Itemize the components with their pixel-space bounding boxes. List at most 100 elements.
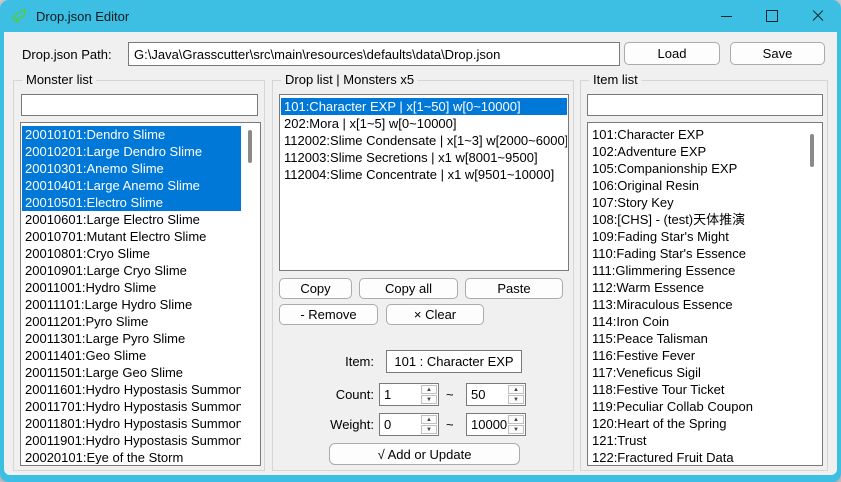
list-item[interactable]: 108:[CHS] - (test)天体推演 <box>589 211 803 228</box>
item-list-panel: Item list 101:Character EXP102:Adventure… <box>580 80 828 471</box>
count-max-value: 50 <box>471 387 485 402</box>
list-item[interactable]: 117:Veneficus Sigil <box>589 364 803 381</box>
list-item[interactable]: 20010101:Dendro Slime <box>22 126 241 143</box>
spin-up-icon[interactable]: ▲ <box>421 385 437 394</box>
titlebar: Drop.json Editor <box>0 0 841 32</box>
maximize-icon <box>766 10 778 22</box>
monster-listbox: 20010101:Dendro Slime20010201:Large Dend… <box>20 122 261 466</box>
spin-down-icon[interactable]: ▼ <box>508 395 524 404</box>
list-item[interactable]: 116:Festive Fever <box>589 347 803 364</box>
item-listbox: 101:Character EXP102:Adventure EXP105:Co… <box>587 122 823 466</box>
list-item[interactable]: 20010501:Electro Slime <box>22 194 241 211</box>
list-item[interactable]: 112002:Slime Condensate | x[1~3] w[2000~… <box>281 132 567 149</box>
weight-min-stepper[interactable]: 0 ▲▼ <box>379 413 439 436</box>
list-item[interactable]: 202:Mora | x[1~5] w[0~10000] <box>281 115 567 132</box>
monster-list-panel: Monster list 20010101:Dendro Slime200102… <box>13 80 265 471</box>
list-item[interactable]: 114:Iron Coin <box>589 313 803 330</box>
list-item[interactable]: 121:Trust <box>589 432 803 449</box>
list-item[interactable]: 20010701:Mutant Electro Slime <box>22 228 241 245</box>
maximize-button[interactable] <box>749 0 795 32</box>
copy-all-button[interactable]: Copy all <box>359 278 458 299</box>
item-field[interactable]: 101 : Character EXP <box>386 350 522 373</box>
list-item[interactable]: 20020101:Eye of the Storm <box>22 449 241 464</box>
weight-max-value: 10000 <box>471 417 507 432</box>
list-item[interactable]: 20010201:Large Dendro Slime <box>22 143 241 160</box>
list-item[interactable]: 20011201:Pyro Slime <box>22 313 241 330</box>
item-scrollbar[interactable] <box>803 124 821 464</box>
list-item[interactable]: 101:Character EXP <box>589 126 803 143</box>
megaphone-icon <box>10 7 28 25</box>
list-item[interactable]: 20010601:Large Electro Slime <box>22 211 241 228</box>
list-item[interactable]: 111:Glimmering Essence <box>589 262 803 279</box>
spin-up-icon[interactable]: ▲ <box>421 415 437 424</box>
list-item[interactable]: 20011101:Large Hydro Slime <box>22 296 241 313</box>
count-max-stepper[interactable]: 50 ▲▼ <box>466 383 526 406</box>
save-button[interactable]: Save <box>730 42 825 65</box>
list-item[interactable]: 20011401:Geo Slime <box>22 347 241 364</box>
drop-listbox: 101:Character EXP | x[1~50] w[0~10000]20… <box>279 94 569 271</box>
item-rows: 101:Character EXP102:Adventure EXP105:Co… <box>589 124 803 464</box>
copy-button[interactable]: Copy <box>279 278 352 299</box>
list-item[interactable]: 20010401:Large Anemo Slime <box>22 177 241 194</box>
list-item[interactable]: 20011701:Hydro Hypostasis Summon <box>22 398 241 415</box>
add-or-update-button[interactable]: √ Add or Update <box>329 443 520 465</box>
list-item[interactable]: 110:Fading Star's Essence <box>589 245 803 262</box>
item-field-label: Item: <box>273 354 374 369</box>
weight-range-tilde: ~ <box>446 417 454 432</box>
list-item[interactable]: 20011601:Hydro Hypostasis Summon <box>22 381 241 398</box>
list-item[interactable]: 20010301:Anemo Slime <box>22 160 241 177</box>
drop-list-panel: Drop list | Monsters x5 101:Character EX… <box>272 80 574 471</box>
clear-button[interactable]: × Clear <box>386 304 484 325</box>
spin-down-icon[interactable]: ▼ <box>421 395 437 404</box>
item-list-title: Item list <box>589 72 642 87</box>
item-filter-input[interactable] <box>587 94 823 116</box>
count-min-value: 1 <box>384 387 391 402</box>
list-item[interactable]: 120:Heart of the Spring <box>589 415 803 432</box>
list-item[interactable]: 105:Companionship EXP <box>589 160 803 177</box>
item-scrollbar-thumb[interactable] <box>810 134 814 167</box>
list-item[interactable]: 20010801:Cryo Slime <box>22 245 241 262</box>
list-item[interactable]: 109:Fading Star's Might <box>589 228 803 245</box>
spin-down-icon[interactable]: ▼ <box>421 425 437 434</box>
list-item[interactable]: 112:Warm Essence <box>589 279 803 296</box>
list-item[interactable]: 112004:Slime Concentrate | x1 w[9501~100… <box>281 166 567 183</box>
monster-rows: 20010101:Dendro Slime20010201:Large Dend… <box>22 124 241 464</box>
list-item[interactable]: 115:Peace Talisman <box>589 330 803 347</box>
client-area: Drop.json Path: Load Save Monster list 2… <box>4 32 837 475</box>
list-item[interactable]: 20010901:Large Cryo Slime <box>22 262 241 279</box>
list-item[interactable]: 122:Fractured Fruit Data <box>589 449 803 464</box>
path-input[interactable] <box>128 42 620 66</box>
list-item[interactable]: 101:Character EXP | x[1~50] w[0~10000] <box>281 98 567 115</box>
load-button[interactable]: Load <box>624 42 720 65</box>
remove-button[interactable]: - Remove <box>279 304 378 325</box>
spin-up-icon[interactable]: ▲ <box>508 385 524 394</box>
list-item[interactable]: 102:Adventure EXP <box>589 143 803 160</box>
monster-filter-input[interactable] <box>21 94 258 116</box>
spin-down-icon[interactable]: ▼ <box>508 425 524 434</box>
weight-min-value: 0 <box>384 417 391 432</box>
minimize-icon <box>721 16 732 17</box>
monster-scrollbar[interactable] <box>241 124 259 464</box>
list-item[interactable]: 112003:Slime Secretions | x1 w[8001~9500… <box>281 149 567 166</box>
weight-max-stepper[interactable]: 10000 ▲▼ <box>466 413 526 436</box>
list-item[interactable]: 20011001:Hydro Slime <box>22 279 241 296</box>
list-item[interactable]: 20011501:Large Geo Slime <box>22 364 241 381</box>
minimize-button[interactable] <box>703 0 749 32</box>
count-field-label: Count: <box>273 387 374 402</box>
close-button[interactable] <box>795 0 841 32</box>
drop-rows: 101:Character EXP | x[1~50] w[0~10000]20… <box>281 96 567 269</box>
spin-up-icon[interactable]: ▲ <box>508 415 524 424</box>
list-item[interactable]: 107:Story Key <box>589 194 803 211</box>
list-item[interactable]: 20011801:Hydro Hypostasis Summon <box>22 415 241 432</box>
paste-button[interactable]: Paste <box>465 278 563 299</box>
list-item[interactable]: 20011301:Large Pyro Slime <box>22 330 241 347</box>
list-item[interactable]: 106:Original Resin <box>589 177 803 194</box>
list-item[interactable]: 119:Peculiar Collab Coupon <box>589 398 803 415</box>
list-item[interactable]: 20011901:Hydro Hypostasis Summon <box>22 432 241 449</box>
list-item[interactable]: 113:Miraculous Essence <box>589 296 803 313</box>
list-item[interactable]: 118:Festive Tour Ticket <box>589 381 803 398</box>
count-min-stepper[interactable]: 1 ▲▼ <box>379 383 439 406</box>
drop-list-title: Drop list | Monsters x5 <box>281 72 418 87</box>
path-label: Drop.json Path: <box>22 47 112 62</box>
monster-scrollbar-thumb[interactable] <box>248 130 252 163</box>
